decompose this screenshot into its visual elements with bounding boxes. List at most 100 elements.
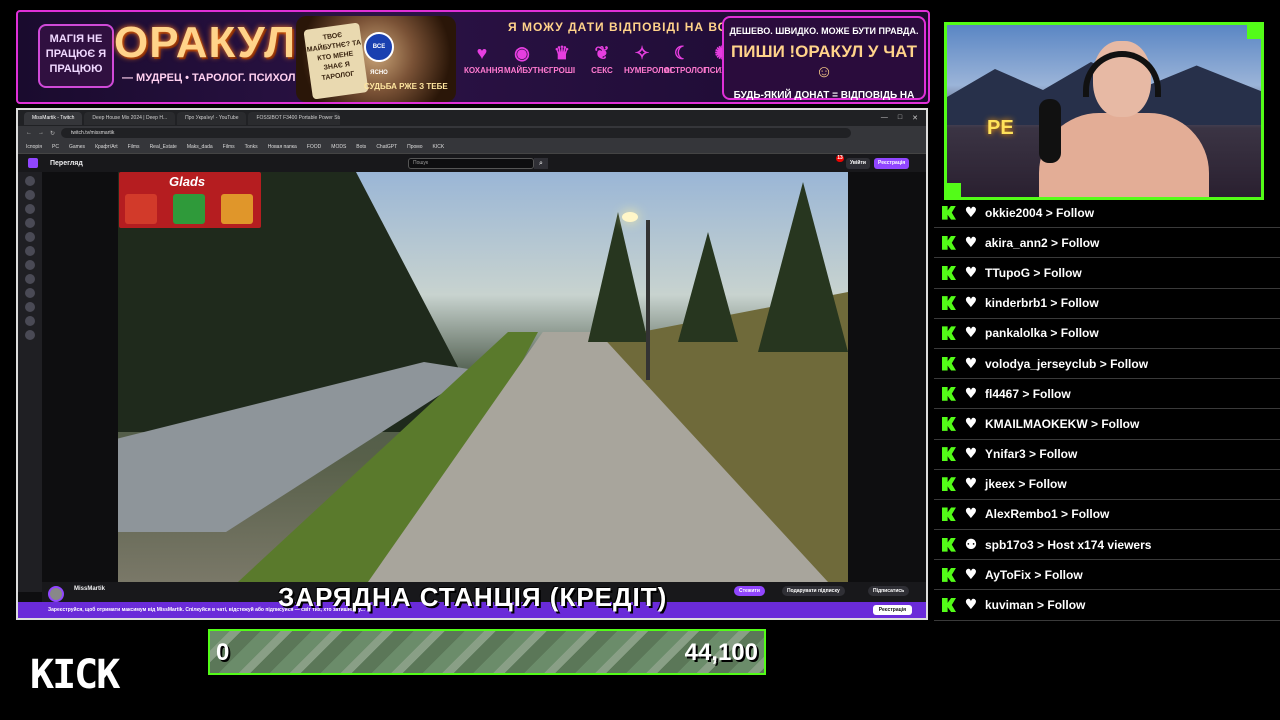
goal-current: 0 (216, 639, 230, 666)
answers-header: Я МОЖУ ДАТИ ВІДПОВІДІ НА ВСЕ: (508, 20, 742, 34)
category-list: ♥ КОХАННЯ ◉ МАЙБУТНЄ ♛ ГРОШІ ❦ СЕКС ✧ НУМЕРОЛ… (464, 40, 749, 75)
bookmark[interactable]: Новая папка (268, 144, 297, 150)
sidebar-avatar[interactable] (25, 260, 35, 270)
sidebar-avatar[interactable] (25, 288, 35, 298)
browser-tab[interactable]: Про Україну! - YouTube (177, 111, 247, 125)
sidebar-avatar[interactable] (25, 218, 35, 228)
event-text: Ynifar3 > Follow (985, 447, 1078, 462)
reload-icon[interactable]: ↻ (50, 130, 55, 137)
sidebar-avatar[interactable] (25, 232, 35, 242)
sidebar-avatar[interactable] (25, 316, 35, 326)
sidebar-avatar[interactable] (25, 302, 35, 312)
kick-icon (942, 416, 956, 431)
heart-icon: ♥ (964, 234, 978, 251)
lamp-light (622, 212, 638, 222)
donation-goal-bar: 0 44,100 (208, 629, 766, 675)
tree (678, 232, 738, 342)
event-row: ♥ AyToFix > Follow (934, 560, 1280, 591)
forward-icon[interactable]: → (38, 130, 44, 136)
twitch-topnav: Перегляд Пошук ⌕ 13 Увійти Реєстрація (18, 154, 926, 172)
event-text: TTupoG > Follow (985, 265, 1082, 280)
fate-text: СУДЬБА РЖЕ З ТЕБЕ (364, 82, 448, 91)
kick-icon (942, 326, 956, 341)
heart-icon: ♥ (964, 506, 978, 523)
bookmark[interactable]: Films (223, 144, 235, 150)
ad-package (125, 194, 157, 224)
close-icon[interactable]: ✕ (912, 114, 918, 122)
cta-line3: БУДЬ-ЯКИЙ ДОНАТ = ВІДПОВІДЬ НА ВСЕ (733, 90, 915, 102)
bookmark[interactable]: Промо (407, 144, 422, 150)
browser-tab[interactable]: MissMartik - Twitch (24, 111, 83, 125)
event-text: spb17o3 > Host x174 viewers (985, 537, 1152, 552)
bookmark[interactable]: Games (69, 144, 85, 150)
sidebar-avatar[interactable] (25, 330, 35, 340)
heart-icon: ♥ (964, 566, 978, 583)
minimize-icon[interactable]: — (881, 114, 888, 122)
signup-button[interactable]: Реєстрація (874, 158, 910, 169)
event-row: ♥ kuviman > Follow (934, 590, 1280, 621)
bookmark[interactable]: KICK (433, 144, 445, 150)
follow-button[interactable]: Стежити (734, 586, 765, 596)
heart-icon: ♥ (964, 264, 978, 281)
sidebar-avatar[interactable] (25, 274, 35, 284)
url-field[interactable]: twitch.tv/missmartik (61, 128, 852, 138)
kick-icon (942, 235, 956, 250)
heart-icon: ♥ (964, 385, 978, 402)
channel-avatar[interactable] (48, 586, 64, 602)
maximize-icon[interactable]: □ (898, 114, 902, 122)
browser-tab[interactable]: FOSSIBOT F3400 Portable Power Sta... (248, 111, 341, 125)
stream-video[interactable] (118, 172, 848, 582)
webcam-feed: PE (944, 22, 1264, 200)
bookmark[interactable]: Maks_dada (187, 144, 213, 150)
bookmark[interactable]: Крафт/Art (95, 144, 118, 150)
kick-icon (942, 356, 956, 371)
bookmark[interactable]: Real_Estate (150, 144, 177, 150)
bookmark[interactable]: PC (52, 144, 59, 150)
window-controls: — □ ✕ (881, 114, 926, 122)
bookmark[interactable]: Іспорія (26, 144, 42, 150)
twitch-sidebar (18, 172, 42, 592)
category-money: ♛ ГРОШІ (544, 40, 580, 75)
channel-name[interactable]: MissMartik (74, 586, 105, 592)
bookmark[interactable]: FOOD (307, 144, 321, 150)
browser-tab[interactable]: Deep House Mix 2024 | Deep H... (84, 111, 176, 125)
event-feed: ♥ okkie2004 > Follow ♥ akira_ann2 > Follow ♥… (934, 198, 1280, 621)
browser-capture: MissMartik - Twitch Deep House Mix 2024 … (16, 108, 928, 620)
sidebar-avatar[interactable] (25, 190, 35, 200)
gift-sub-button[interactable]: Подарувати підписку (782, 586, 845, 596)
bookmark[interactable]: ChatGPT (376, 144, 397, 150)
bookmark[interactable]: MODS (331, 144, 346, 150)
kick-icon (942, 507, 956, 522)
magic-badge: МАГІЯ НЕ ПРАЦЮЄ Я ПРАЦЮЮ (38, 24, 114, 88)
neon-sign: PE (987, 117, 1014, 139)
notification-badge[interactable]: 13 (836, 155, 844, 162)
oracle-banner: МАГІЯ НЕ ПРАЦЮЄ Я ПРАЦЮЮ ОРАКУЛ — МУДРЕЦ… (16, 10, 930, 104)
bookmark[interactable]: Tonks (245, 144, 258, 150)
login-button[interactable]: Увійти (846, 158, 870, 169)
sidebar-collapse-icon[interactable] (25, 176, 35, 186)
kick-icon (942, 598, 956, 613)
heart-icon: ♥ (964, 476, 978, 493)
tab-strip: MissMartik - Twitch Deep House Mix 2024 … (18, 110, 926, 126)
cta-line1: ДЕШЕВО. ШВИДКО. МОЖЕ БУТИ ПРАВДА. (729, 26, 919, 36)
sidebar-avatar[interactable] (25, 204, 35, 214)
event-row: ♥ kinderbrb1 > Follow (934, 289, 1280, 319)
tarot-card: ТВОЄ МАЙБУТНЄ? ТА КТО МЕНЕ ЗНАЄ Я ТАРОЛО… (303, 22, 369, 100)
search-input[interactable]: Пошук (408, 158, 534, 169)
bookmark[interactable]: Films (128, 144, 140, 150)
back-icon[interactable]: ← (26, 130, 32, 136)
twitch-logo-icon[interactable] (28, 158, 38, 168)
promo-signup-button[interactable]: Реєстрація (872, 605, 912, 615)
search-icon[interactable]: ⌕ (534, 158, 548, 169)
sidebar-avatar[interactable] (25, 246, 35, 256)
category-astrolog: ☾ АСТРОЛОГ (664, 40, 708, 75)
ad-package (173, 194, 205, 224)
subscribe-button[interactable]: Підписатись (868, 586, 910, 596)
event-row: ♥ jkeex > Follow (934, 470, 1280, 500)
numbers-icon: ✧ (634, 43, 650, 63)
bookmark[interactable]: Bots (356, 144, 366, 150)
category-sex: ❦ СЕКС (584, 40, 620, 75)
heart-icon: ♥ (476, 43, 488, 63)
browse-link[interactable]: Перегляд (50, 160, 83, 167)
event-text: jkeex > Follow (985, 477, 1067, 492)
